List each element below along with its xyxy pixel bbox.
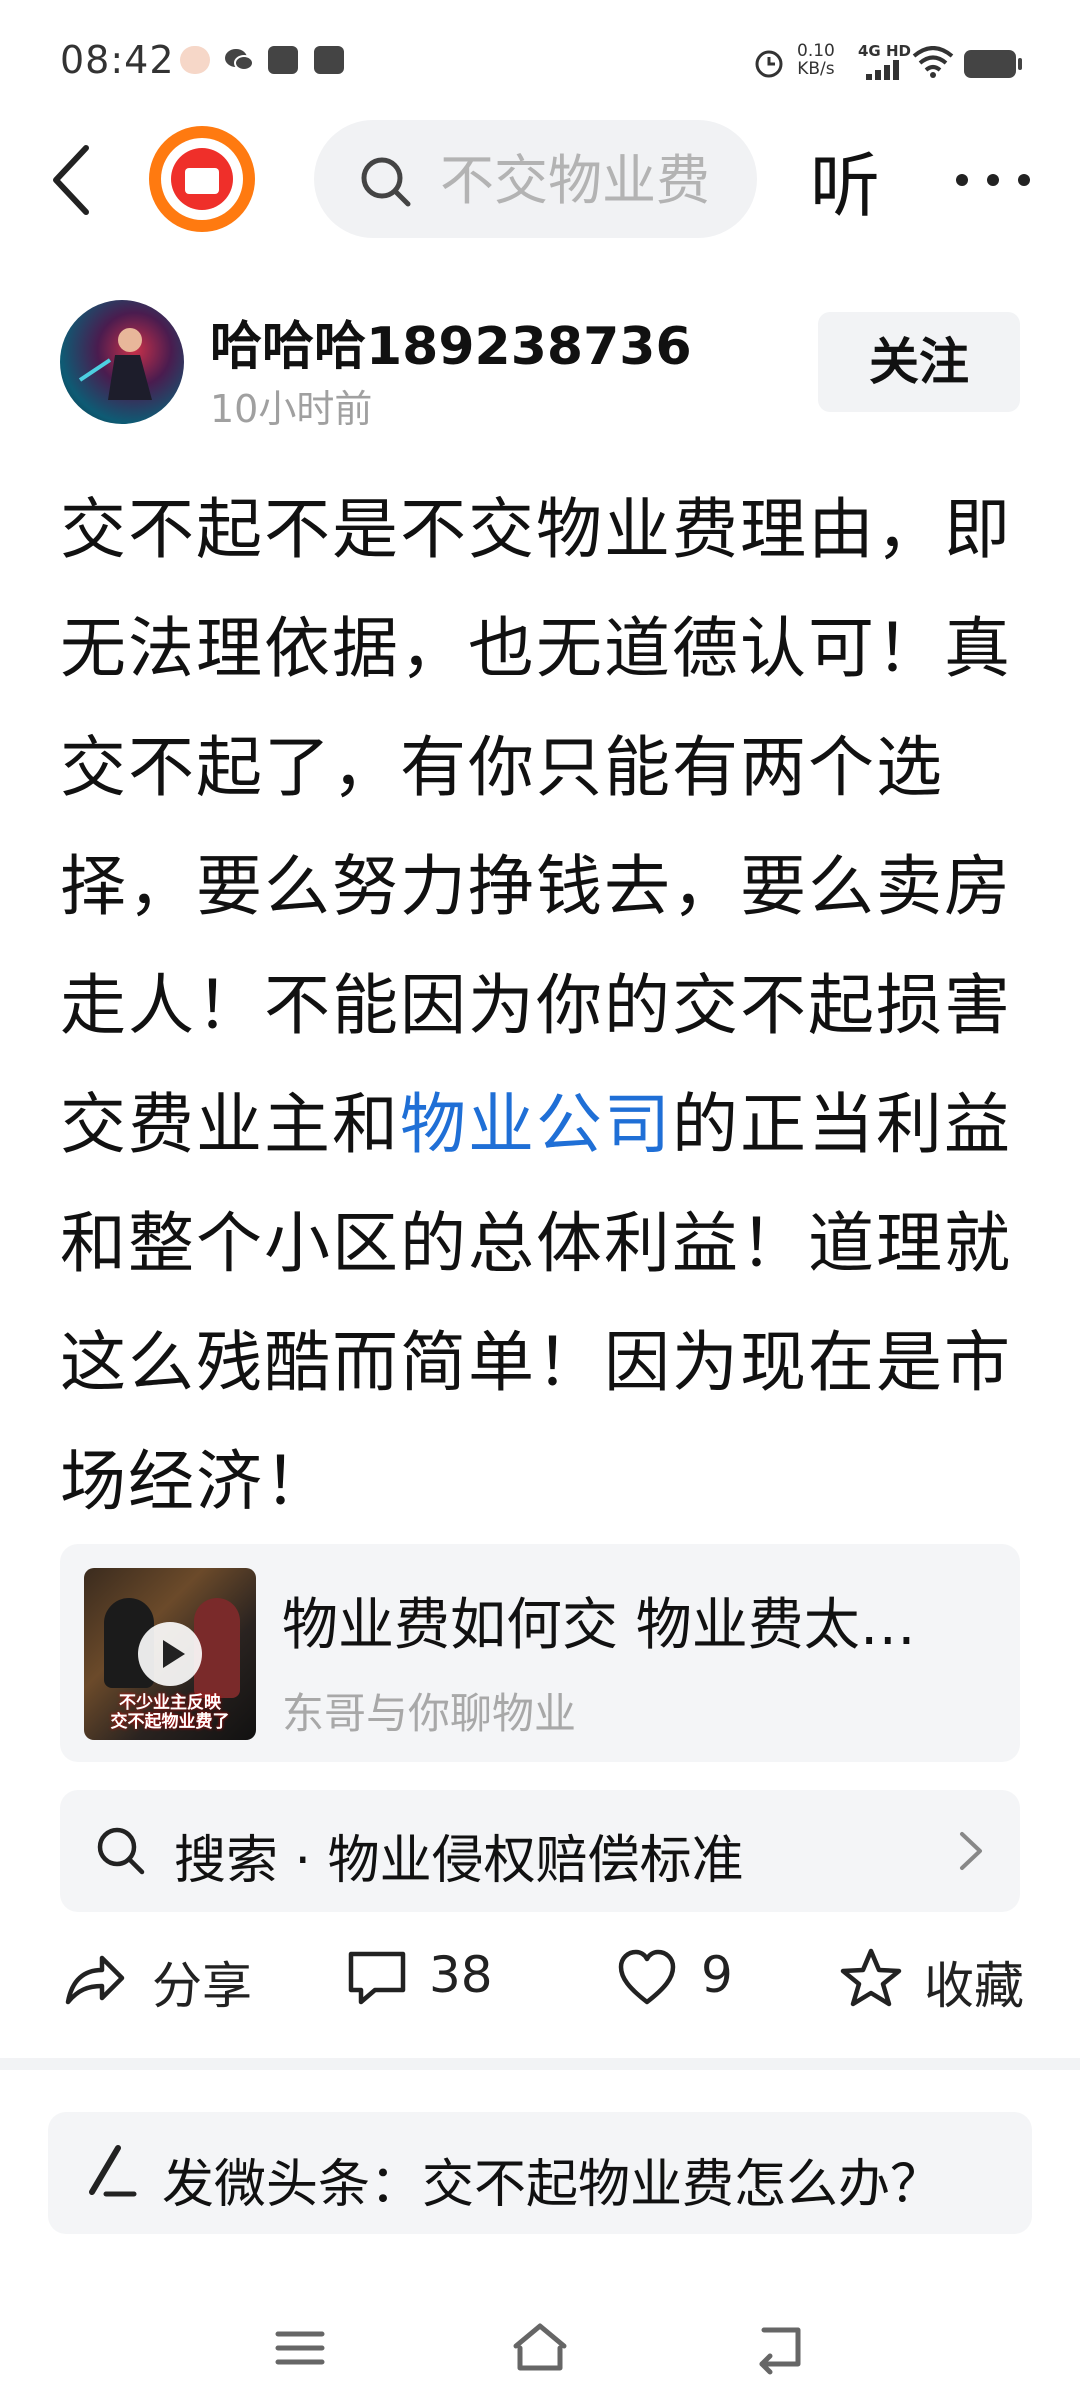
star-icon [840, 1948, 902, 2007]
search-icon [97, 1827, 145, 1875]
red-envelope-icon [161, 138, 243, 220]
alarm-icon [752, 46, 786, 84]
status-time: 08:42 [60, 38, 175, 82]
signal-label: 4G HD [858, 42, 911, 60]
author-name[interactable]: 哈哈哈189238736 [210, 304, 692, 379]
search-input[interactable] [438, 120, 757, 238]
heart-icon [618, 1949, 676, 2005]
avatar-notification-icon [180, 46, 210, 74]
comment-button[interactable]: 38 [345, 1940, 505, 2020]
post-time: 10小时前 [210, 387, 373, 431]
wechat-icon [224, 46, 254, 74]
video-thumbnail: 不少业主反映 交不起物业费了 [84, 1568, 256, 1740]
favorite-label: 收藏 [924, 1957, 1024, 2015]
pen-icon [89, 2145, 137, 2197]
message-icon [314, 46, 344, 74]
wifi-icon [912, 46, 954, 82]
chevron-right-icon [960, 1832, 982, 1870]
post-link[interactable]: 物业公司 [400, 1086, 672, 1163]
status-bar: 08:42 0.10 KB/s 4G HD [0, 0, 1080, 120]
search-bar[interactable] [314, 120, 757, 238]
search-icon [361, 157, 411, 207]
share-icon [65, 1955, 125, 2005]
thumb-caption-line2: 交不起物业费了 [110, 1712, 230, 1732]
comment-icon [348, 1951, 406, 2005]
related-video-card[interactable]: 不少业主反映 交不起物业费了 物业费如何交 物业费太… 东哥与你聊物业 [60, 1544, 1020, 1762]
listen-button[interactable]: 听 [810, 130, 880, 231]
search-suggestion[interactable]: 搜索 · 物业侵权赔偿标准 [60, 1790, 1020, 1912]
network-speed-unit: KB/s [797, 59, 835, 79]
follow-button[interactable]: 关注 [818, 312, 1020, 412]
like-button[interactable]: 9 [615, 1940, 745, 2020]
share-button[interactable]: 分享 [62, 1940, 262, 2020]
favorite-button[interactable]: 收藏 [838, 1940, 1028, 2020]
compose-bar[interactable]: 发微头条：交不起物业费怎么办？ [48, 2112, 1032, 2234]
red-envelope-button[interactable] [149, 126, 255, 232]
author-avatar[interactable] [60, 300, 184, 424]
post-text: 交不起不是不交物业费理由，即无法理依据，也无道德认可！真交不起了，有你只能有两个… [60, 491, 1012, 1163]
home-icon [513, 2323, 567, 2371]
post-body: 交不起不是不交物业费理由，即无法理依据，也无道德认可！真交不起了，有你只能有两个… [60, 470, 1020, 1541]
network-speed: 0.10 KB/s [797, 42, 835, 78]
search-suggestion-text: 搜索 · 物业侵权赔偿标准 [174, 1831, 744, 1891]
compose-prompt: 发微头条：交不起物业费怎么办？ [162, 2155, 943, 2215]
thumb-caption-line1: 不少业主反映 [119, 1693, 221, 1713]
menu-icon [275, 2331, 325, 2365]
back-nav-button[interactable] [750, 2318, 810, 2378]
more-icon [956, 174, 1030, 186]
comment-count: 38 [429, 1946, 493, 2004]
share-label: 分享 [152, 1957, 252, 2015]
back-nav-icon [759, 2327, 801, 2375]
toutiao-icon [268, 46, 298, 74]
section-divider [0, 2058, 1080, 2070]
thumb-caption: 不少业主反映 交不起物业费了 [84, 1694, 256, 1732]
back-icon [53, 145, 89, 215]
back-button[interactable] [44, 140, 114, 220]
home-button[interactable] [510, 2318, 570, 2378]
video-source: 东哥与你聊物业 [282, 1689, 577, 1738]
network-speed-value: 0.10 [797, 41, 835, 61]
menu-button[interactable] [270, 2318, 330, 2378]
video-title: 物业费如何交 物业费太… [282, 1593, 916, 1658]
play-icon [138, 1622, 202, 1686]
like-count: 9 [701, 1946, 733, 2004]
battery-icon [964, 50, 1022, 78]
signal-icon [866, 60, 902, 84]
more-button[interactable] [948, 155, 1038, 205]
